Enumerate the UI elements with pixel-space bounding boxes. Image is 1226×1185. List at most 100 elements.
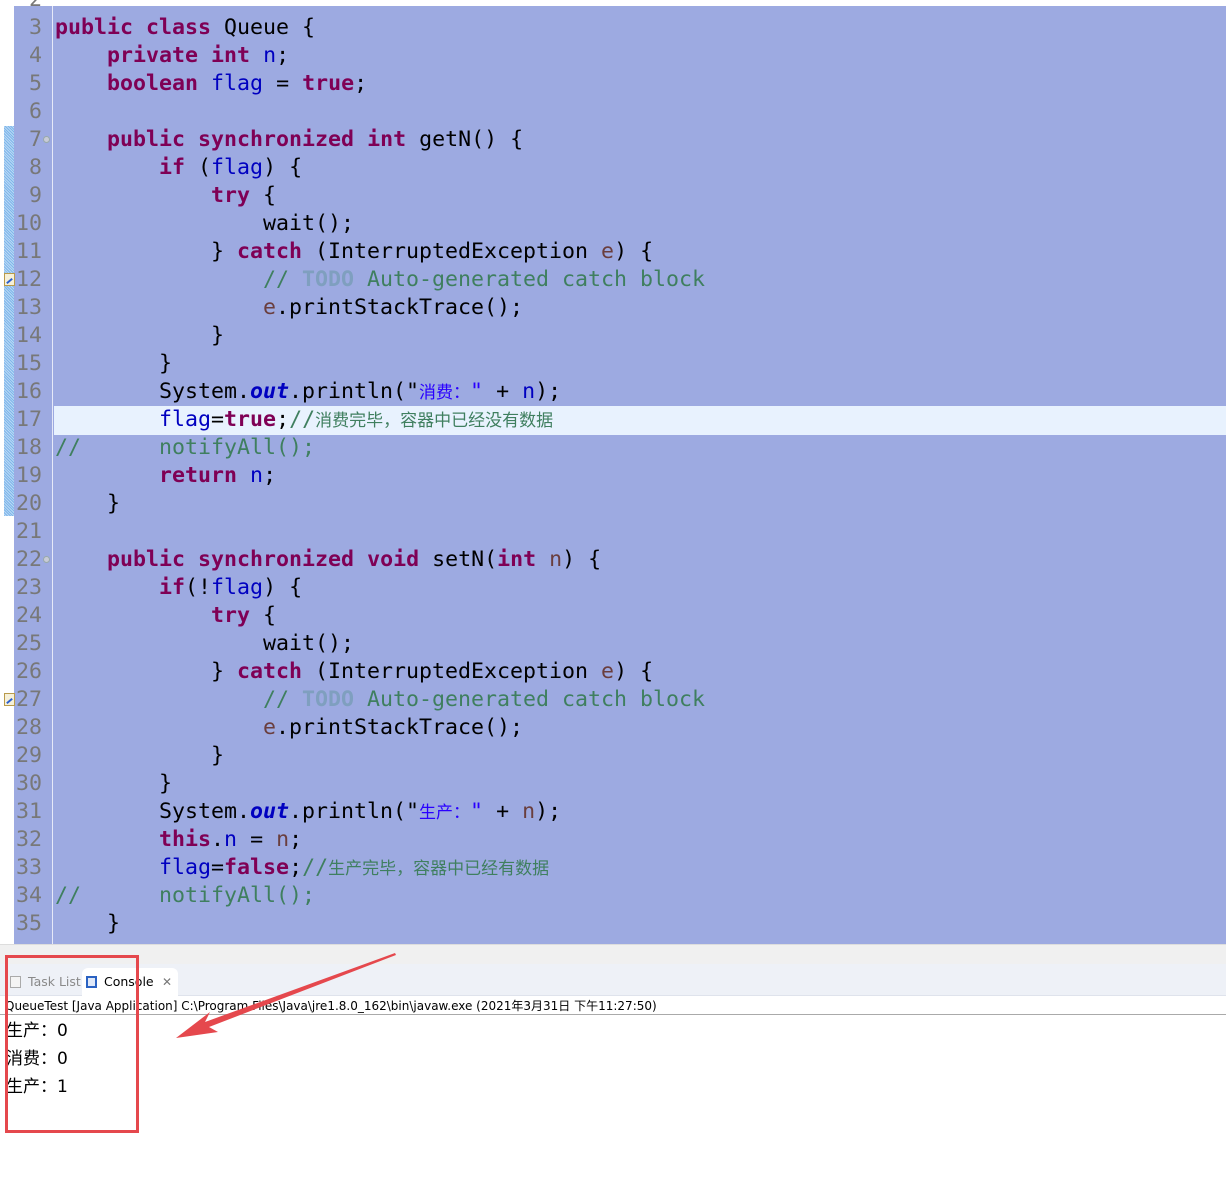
- horizontal-scrollbar[interactable]: [0, 944, 1226, 964]
- line-number: 29: [15, 743, 42, 768]
- code-line[interactable]: 7 public synchronized int getN() {: [0, 126, 1226, 154]
- code-token: }: [55, 491, 121, 516]
- line-number: 33: [15, 855, 42, 880]
- code-line[interactable]: 6: [0, 98, 1226, 126]
- code-line[interactable]: 5 boolean flag = true;: [0, 70, 1226, 98]
- code-token: synchronized: [198, 127, 355, 152]
- code-line[interactable]: 33 flag=false;//生产完毕，容器中已经有数据: [0, 854, 1226, 882]
- code-line[interactable]: 25 wait();: [0, 630, 1226, 658]
- code-line[interactable]: 16 System.out.println("消费：" + n);: [0, 378, 1226, 406]
- code-text: }: [54, 322, 1226, 350]
- code-line[interactable]: 34 // notifyAll();: [0, 882, 1226, 910]
- code-token: boolean: [107, 71, 199, 96]
- code-line[interactable]: 11 } catch (InterruptedException e) {: [0, 238, 1226, 266]
- code-text: if(!flag) {: [54, 574, 1226, 602]
- code-line[interactable]: 32 this.n = n;: [0, 826, 1226, 854]
- code-token: ;: [289, 827, 303, 852]
- code-token: n: [224, 827, 238, 852]
- line-number: 12: [15, 267, 42, 292]
- line-number: 31: [15, 799, 42, 824]
- code-token: );: [535, 379, 562, 404]
- line-number: 26: [15, 659, 42, 684]
- code-token: .printStackTrace();: [276, 715, 524, 740]
- code-line[interactable]: 28 e.printStackTrace();: [0, 714, 1226, 742]
- code-editor[interactable]: 23public class Queue {4 private int n;5 …: [0, 0, 1226, 944]
- code-line[interactable]: 29 }: [0, 742, 1226, 770]
- code-token: setN(: [419, 547, 498, 572]
- line-number: 25: [15, 631, 42, 656]
- code-token: ) {: [614, 659, 654, 684]
- code-text: wait();: [54, 210, 1226, 238]
- code-line[interactable]: 24 try {: [0, 602, 1226, 630]
- code-text: }: [54, 910, 1226, 938]
- code-line[interactable]: 13 e.printStackTrace();: [0, 294, 1226, 322]
- code-token: // notifyAll();: [55, 435, 316, 460]
- line-number: 20: [15, 491, 42, 516]
- line-number: 23: [15, 575, 42, 600]
- line-number: 19: [15, 463, 42, 488]
- code-line[interactable]: 21: [0, 518, 1226, 546]
- code-token: n: [263, 43, 277, 68]
- code-line[interactable]: 17 flag=true;//消费完毕，容器中已经没有数据: [0, 406, 1226, 435]
- divider: [0, 1014, 1226, 1015]
- code-line[interactable]: 2: [0, 0, 1226, 14]
- code-line[interactable]: 9 try {: [0, 182, 1226, 210]
- code-line[interactable]: 8 if (flag) {: [0, 154, 1226, 182]
- code-line[interactable]: 20 }: [0, 490, 1226, 518]
- code-token: ) {: [562, 547, 602, 572]
- code-token: //: [289, 407, 316, 432]
- code-token: return: [159, 463, 238, 488]
- code-line[interactable]: 27 // TODO Auto-generated catch block: [0, 686, 1226, 714]
- code-token: false: [224, 855, 290, 880]
- code-line[interactable]: 10 wait();: [0, 210, 1226, 238]
- code-token: class: [146, 15, 212, 40]
- code-text: }: [54, 770, 1226, 798]
- code-token: +: [483, 799, 523, 824]
- code-line[interactable]: 12 // TODO Auto-generated catch block: [0, 266, 1226, 294]
- code-line[interactable]: 15 }: [0, 350, 1226, 378]
- code-text: flag=false;//生产完毕，容器中已经有数据: [54, 854, 1226, 883]
- code-line[interactable]: 31 System.out.println("生产：" + n);: [0, 798, 1226, 826]
- code-line[interactable]: 18 // notifyAll();: [0, 434, 1226, 462]
- code-text: // TODO Auto-generated catch block: [54, 686, 1226, 714]
- code-token: private: [107, 43, 199, 68]
- code-token: (: [185, 155, 212, 180]
- line-number: 10: [15, 211, 42, 236]
- code-line[interactable]: 23 if(!flag) {: [0, 574, 1226, 602]
- code-token: ": [470, 379, 484, 404]
- code-token: e: [263, 295, 277, 320]
- code-line[interactable]: 26 } catch (InterruptedException e) {: [0, 658, 1226, 686]
- fold-toggle-icon[interactable]: [43, 136, 50, 143]
- code-token: Queue {: [211, 15, 316, 40]
- code-token: .printStackTrace();: [276, 295, 524, 320]
- code-text: }: [54, 742, 1226, 770]
- code-token: out: [250, 379, 290, 404]
- line-number: 11: [15, 239, 42, 264]
- code-text: if (flag) {: [54, 154, 1226, 182]
- code-line[interactable]: 4 private int n;: [0, 42, 1226, 70]
- code-token: (InterruptedException: [302, 659, 602, 684]
- line-number: 7: [28, 127, 42, 152]
- code-text: // notifyAll();: [54, 882, 1226, 910]
- close-icon[interactable]: ✕: [162, 968, 172, 996]
- fold-toggle-icon[interactable]: [43, 556, 50, 563]
- code-token: {: [250, 183, 277, 208]
- code-line[interactable]: 3 public class Queue {: [0, 14, 1226, 42]
- code-token: ) {: [614, 239, 654, 264]
- code-line[interactable]: 22 public synchronized void setN(int n) …: [0, 546, 1226, 574]
- code-token: e: [601, 239, 615, 264]
- code-line[interactable]: 35 }: [0, 910, 1226, 938]
- code-line[interactable]: 19 return n;: [0, 462, 1226, 490]
- code-text: System.out.println("消费：" + n);: [54, 378, 1226, 407]
- code-token: ;: [263, 463, 277, 488]
- code-line[interactable]: 14 }: [0, 322, 1226, 350]
- code-line[interactable]: 30 }: [0, 770, 1226, 798]
- code-text: try {: [54, 182, 1226, 210]
- code-token: ;: [276, 43, 290, 68]
